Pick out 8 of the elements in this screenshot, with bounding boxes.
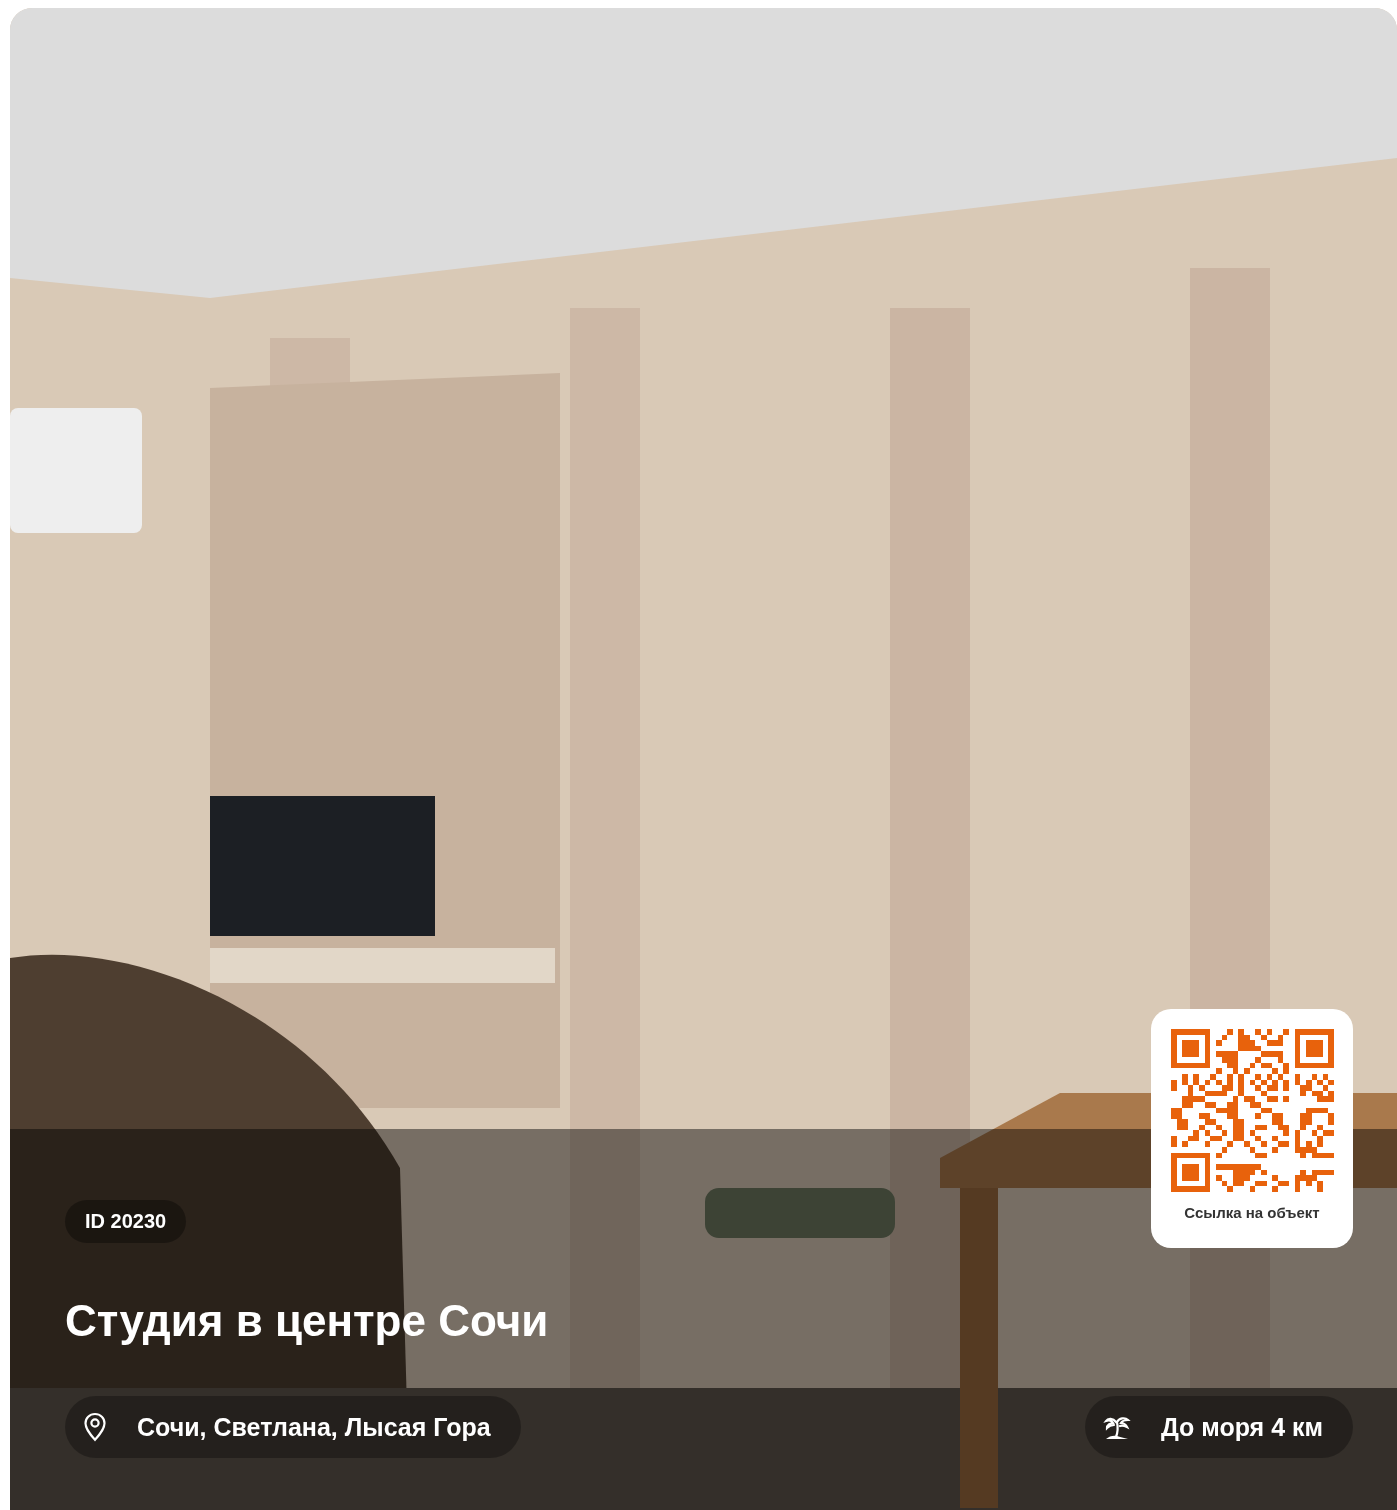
listing-title: Студия в центре Сочи	[65, 1295, 549, 1348]
location-text: Сочи, Светлана, Лысая Гора	[137, 1412, 491, 1442]
qr-code[interactable]	[1170, 1029, 1334, 1192]
sea-distance-text: До моря 4 км	[1160, 1412, 1323, 1442]
qr-caption: Ссылка на объект	[1184, 1204, 1320, 1221]
id-badge: ID 20230	[65, 1200, 187, 1244]
location-pin-icon	[83, 1412, 107, 1442]
qr-card[interactable]: Ссылка на объект	[1151, 1009, 1353, 1248]
